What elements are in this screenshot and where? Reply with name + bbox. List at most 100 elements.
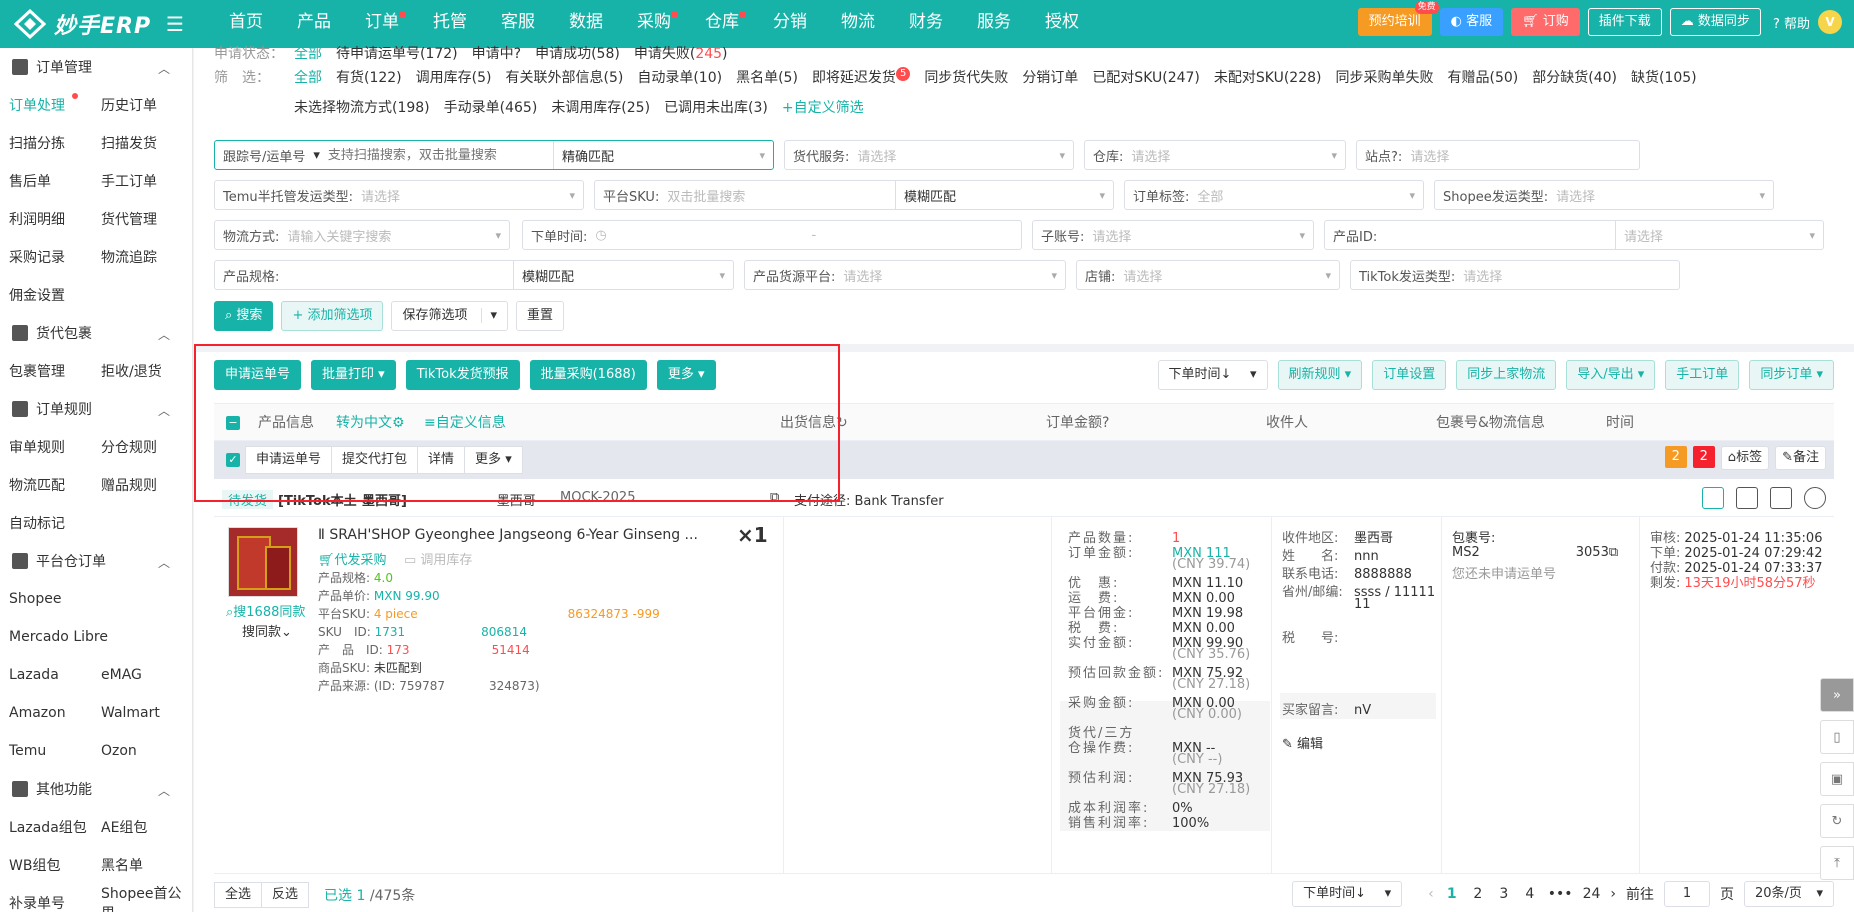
sidebar-item[interactable]: Shopee (0, 591, 92, 607)
sidebar-item-history[interactable]: 历史订单 (92, 95, 184, 115)
logistics-select[interactable]: 物流方式: 请输入关键字搜索 ▾ (214, 220, 510, 250)
sidebar-item[interactable]: 利润明细 (0, 209, 92, 229)
page-number[interactable]: 3 (1496, 886, 1512, 902)
temu-type-select[interactable]: Temu半托管发运类型: 请选择 ▾ (214, 180, 584, 210)
page-number[interactable]: 24 (1583, 886, 1601, 902)
add-filter-button[interactable]: + 添加筛选项 (281, 301, 384, 331)
tiktok-forecast-button[interactable]: TikTok发货预报 (405, 360, 520, 390)
sidebar-item[interactable]: WB组包 (0, 855, 92, 875)
filter-option[interactable]: 未调用库存(25) (551, 97, 650, 117)
filter-option[interactable]: 自动录单(10) (637, 67, 722, 87)
data-sync-button[interactable]: ☁ 数据同步 (1669, 8, 1761, 36)
product-title[interactable]: Ⅱ SRAH'SHOP Gyeonghee Jangseong 6-Year G… (318, 527, 698, 543)
sidebar-item[interactable]: 包裹管理 (0, 361, 92, 381)
status-success[interactable]: 申请成功(58) (535, 43, 620, 63)
refresh-rules-button[interactable]: 刷新规则 ▾ (1277, 360, 1363, 390)
sidebar-item[interactable]: 货代管理 (92, 209, 184, 229)
sub-account-select[interactable]: 子账号: 请选择 ▾ (1032, 220, 1314, 250)
sync-upstream-button[interactable]: 同步上家物流 (1456, 360, 1557, 390)
save-filter-button[interactable]: 保存筛选项 ▾ (391, 301, 509, 331)
filter-option[interactable]: 缺货(105) (1631, 67, 1697, 87)
clipboard-icon[interactable] (1770, 487, 1792, 509)
sidebar-item[interactable]: 佣金设置 (0, 285, 92, 305)
sidebar-item[interactable]: Amazon (0, 705, 92, 721)
site-select[interactable]: 站点?: 请选择 (1356, 140, 1640, 170)
next-page-icon[interactable]: › (1610, 886, 1616, 902)
batch-print-button[interactable]: 批量打印 ▾ (311, 360, 396, 390)
feedback-icon[interactable]: ▣ (1820, 762, 1854, 796)
source-platform-select[interactable]: 产品货源平台: 请选择 ▾ (744, 260, 1066, 290)
page-number[interactable]: 2 (1470, 886, 1486, 902)
filter-option[interactable]: 已调用未出库(3) (664, 97, 768, 117)
reset-button[interactable]: 重置 (516, 301, 565, 331)
filter-option[interactable]: 未配对SKU(228) (1214, 67, 1322, 87)
batch-purchase-button[interactable]: 批量采购(1688) (529, 360, 647, 390)
nav-item[interactable]: 产品 (280, 0, 348, 48)
sidebar-item[interactable]: Mercado Libre (0, 629, 160, 645)
sidebar-item[interactable]: 赠品规则 (92, 475, 184, 495)
filter-option[interactable]: 已配对SKU(247) (1092, 67, 1200, 87)
status-pending[interactable]: 待申请运单号(172) (336, 43, 458, 63)
sidebar-item[interactable]: Walmart (92, 705, 184, 721)
filter-option[interactable]: 手动录单(465) (444, 97, 538, 117)
service-button[interactable]: ◐ 客服 (1439, 8, 1504, 36)
tiktok-type-select[interactable]: TikTok发运类型: 请选择 (1350, 260, 1680, 290)
sidebar-item[interactable]: Lazada (0, 667, 92, 683)
filter-option[interactable]: 即将延迟发货 5 (812, 67, 911, 87)
sidebar-item[interactable]: 黑名单 (92, 855, 184, 875)
menu-toggle-icon[interactable]: ☰ (166, 12, 184, 36)
filter-option[interactable]: 有货(122) (336, 67, 402, 87)
page-number[interactable]: ••• (1548, 886, 1573, 902)
filter-option[interactable]: 全部 (294, 67, 322, 87)
sidebar-item[interactable]: AE组包 (92, 817, 184, 837)
copy-icon[interactable]: ⧉ (1609, 545, 1618, 560)
tag-button[interactable]: ⌂标签 (1720, 446, 1770, 470)
prev-page-icon[interactable]: ‹ (1428, 886, 1434, 902)
ship-icon[interactable] (1702, 487, 1724, 509)
import-export-button[interactable]: 导入/导出 ▾ (1566, 360, 1656, 390)
status-all[interactable]: 全部 (294, 43, 322, 63)
translate-link[interactable]: 转为中文⚙ (336, 404, 405, 442)
manual-order-button[interactable]: 手工订单 (1665, 360, 1740, 390)
search-1688-link[interactable]: ⌕搜1688同款 (226, 601, 305, 620)
tracking-search[interactable]: 跟踪号/运单号▾ 精确匹配▾ (214, 140, 774, 170)
product-id-search[interactable]: 产品ID: 请选择 ▾ (1324, 220, 1824, 250)
product-image[interactable] (228, 527, 298, 597)
nav-item[interactable]: 托管 (416, 0, 484, 48)
status-failed[interactable]: 申请失败(245) (634, 43, 728, 63)
footer-sort-select[interactable]: 下单时间↓ ▾ (1292, 881, 1403, 907)
tracking-input[interactable] (327, 147, 553, 163)
back-to-top-icon[interactable]: ⤒ (1820, 846, 1854, 880)
filter-option[interactable]: 有关联外部信息(5) (506, 67, 624, 87)
logo[interactable]: 妙手ERP (14, 9, 151, 39)
order-settings-button[interactable]: 订单设置 (1372, 360, 1447, 390)
filter-option[interactable]: 同步货代失败 (924, 67, 1008, 87)
shopee-type-select[interactable]: Shopee发运类型: 请选择 ▾ (1434, 180, 1774, 210)
sidebar-group-order-management[interactable]: 订单管理 ︿ (0, 48, 192, 86)
dropship-purchase-link[interactable]: 🛒︎代发采购 (318, 549, 387, 568)
sidebar-item[interactable]: 扫描分拣 (0, 133, 92, 153)
sidebar-item[interactable]: 分仓规则 (92, 437, 184, 457)
sidebar-item[interactable]: Temu (0, 743, 92, 759)
order-tag-select[interactable]: 订单标签: 全部 ▾ (1124, 180, 1424, 210)
sidebar-item[interactable]: 自动标记 (0, 513, 92, 533)
sidebar-group-platform-warehouse[interactable]: 平台仓订单 ︿ (0, 542, 192, 580)
select-all-checkbox[interactable]: − (226, 404, 240, 442)
copy-icon[interactable]: ⧉ (770, 490, 779, 505)
platform-sku-search[interactable]: 平台SKU: 双击批量搜索 模糊匹配 ▾ (594, 180, 1114, 210)
nav-item[interactable]: 服务 (960, 0, 1028, 48)
mobile-icon[interactable]: ▯ (1820, 720, 1854, 754)
refresh-icon[interactable]: ↻ (1820, 804, 1854, 838)
plugin-download-button[interactable]: 插件下载 (1587, 8, 1662, 36)
sidebar-item[interactable]: Ozon (92, 743, 184, 759)
sidebar-group-order-rules[interactable]: 订单规则 ︿ (0, 390, 192, 428)
filter-option[interactable]: 黑名单(5) (736, 67, 798, 87)
nav-item[interactable]: 首页 (212, 0, 280, 48)
nav-item[interactable]: 仓库 (688, 0, 756, 48)
nav-item[interactable]: 订单 (348, 0, 416, 48)
nav-item[interactable]: 采购 (620, 0, 688, 48)
sidebar-item[interactable]: Lazada组包 (0, 817, 92, 837)
submit-pack-button[interactable]: 提交代打包 (331, 446, 419, 474)
nav-item[interactable]: 数据 (552, 0, 620, 48)
sidebar-item[interactable]: 物流追踪 (92, 247, 184, 267)
